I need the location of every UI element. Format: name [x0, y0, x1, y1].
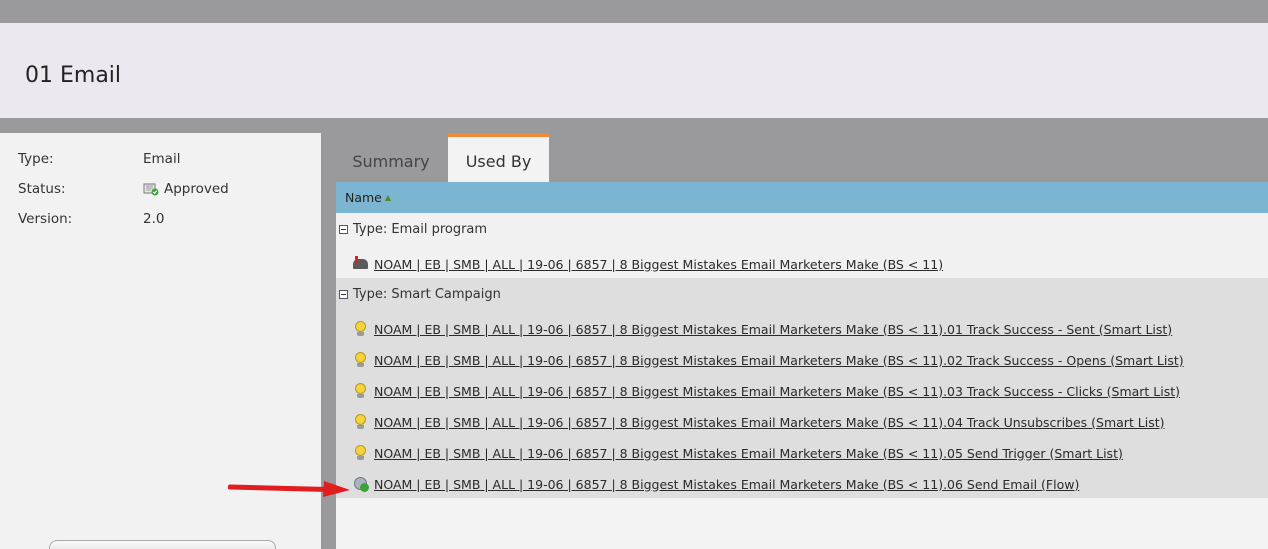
used-by-link[interactable]: NOAM | EB | SMB | ALL | 19-06 | 6857 | 8… — [374, 446, 1123, 461]
group-label: Type: Email program — [353, 222, 488, 237]
list-item: NOAM | EB | SMB | ALL | 19-06 | 6857 | 8… — [352, 382, 1180, 400]
group-header: Type: Smart Campaign — [339, 287, 501, 302]
smart-list-bulb-icon — [352, 382, 370, 400]
red-arrow-annotation — [228, 481, 350, 497]
group-smart-campaign: Type: Smart Campaign NOAM | EB | SMB | A… — [336, 278, 1268, 498]
action-button[interactable] — [49, 540, 276, 549]
name-column-header[interactable]: Name ▲ — [336, 182, 1268, 213]
list-item: NOAM | EB | SMB | ALL | 19-06 | 6857 | 8… — [352, 413, 1165, 431]
tab-used-by[interactable]: Used By — [448, 133, 549, 182]
list-item: NOAM | EB | SMB | ALL | 19-06 | 6857 | 8… — [352, 320, 1172, 338]
property-value: Approved — [143, 181, 229, 197]
sort-ascending-icon: ▲ — [384, 193, 392, 202]
smart-list-bulb-icon — [352, 320, 370, 338]
list-item: NOAM | EB | SMB | ALL | 19-06 | 6857 | 8… — [352, 475, 1079, 493]
used-by-link[interactable]: NOAM | EB | SMB | ALL | 19-06 | 6857 | 8… — [374, 257, 943, 272]
property-label: Version: — [18, 211, 73, 227]
group-label: Type: Smart Campaign — [353, 287, 501, 302]
smart-list-bulb-icon — [352, 413, 370, 431]
list-item: NOAM | EB | SMB | ALL | 19-06 | 6857 | 8… — [352, 444, 1123, 462]
status-value: Approved — [164, 181, 229, 197]
page-title: 01 Email — [25, 63, 122, 88]
used-by-link[interactable]: NOAM | EB | SMB | ALL | 19-06 | 6857 | 8… — [374, 353, 1184, 368]
approved-icon — [143, 182, 159, 196]
used-by-link[interactable]: NOAM | EB | SMB | ALL | 19-06 | 6857 | 8… — [374, 415, 1165, 430]
smart-list-bulb-icon — [352, 351, 370, 369]
property-label: Status: — [18, 181, 66, 197]
list-item: NOAM | EB | SMB | ALL | 19-06 | 6857 | 8… — [352, 255, 943, 273]
used-by-link[interactable]: NOAM | EB | SMB | ALL | 19-06 | 6857 | 8… — [374, 384, 1180, 399]
list-item: NOAM | EB | SMB | ALL | 19-06 | 6857 | 8… — [352, 351, 1184, 369]
used-by-link[interactable]: NOAM | EB | SMB | ALL | 19-06 | 6857 | 8… — [374, 477, 1079, 492]
group-header: Type: Email program — [339, 222, 487, 237]
column-label: Name — [345, 190, 382, 205]
smart-list-bulb-icon — [352, 444, 370, 462]
group-email-program: Type: Email program NOAM | EB | SMB | AL… — [336, 213, 1268, 278]
property-label: Type: — [18, 151, 54, 167]
tab-bar: Summary Used By — [336, 133, 1268, 182]
collapse-icon[interactable] — [339, 290, 348, 299]
flow-icon — [352, 475, 370, 493]
page-header: 01 Email — [0, 23, 1268, 118]
email-program-icon — [352, 255, 370, 273]
used-by-panel: Summary Used By Name ▲ Type: Email progr… — [336, 133, 1268, 549]
tab-summary[interactable]: Summary — [336, 133, 446, 182]
used-by-link[interactable]: NOAM | EB | SMB | ALL | 19-06 | 6857 | 8… — [374, 322, 1172, 337]
collapse-icon[interactable] — [339, 225, 348, 234]
property-value: 2.0 — [143, 211, 165, 227]
property-value: Email — [143, 151, 181, 167]
